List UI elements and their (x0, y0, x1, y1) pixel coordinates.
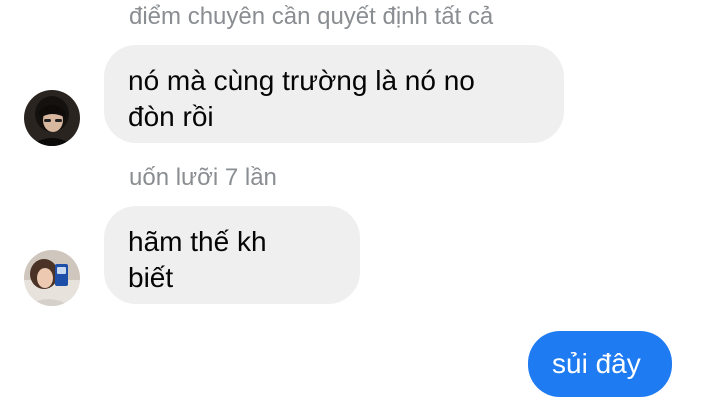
message-line: đòn rồi (128, 101, 214, 132)
message-line: nó mà cùng trường là nó no (128, 65, 475, 96)
message-bubble[interactable]: nó mà cùng trường là nó no đòn rồi (104, 45, 564, 143)
sender-label: điểm chuyên cần quyết định tất cả (129, 3, 494, 30)
message-line: biết (128, 262, 174, 293)
message-bubble[interactable]: hãm thế kh biết (104, 206, 360, 304)
avatar[interactable] (24, 250, 80, 306)
message-line: hãm thế kh (128, 226, 267, 257)
sender-label: uốn lưỡi 7 lần (129, 164, 277, 191)
profile-photo-icon (24, 250, 80, 306)
outgoing-message-bubble[interactable]: sủi đây (528, 331, 672, 397)
profile-photo-icon (24, 90, 80, 146)
outgoing-message-text: sủi đây (552, 348, 641, 379)
avatar[interactable] (24, 90, 80, 146)
